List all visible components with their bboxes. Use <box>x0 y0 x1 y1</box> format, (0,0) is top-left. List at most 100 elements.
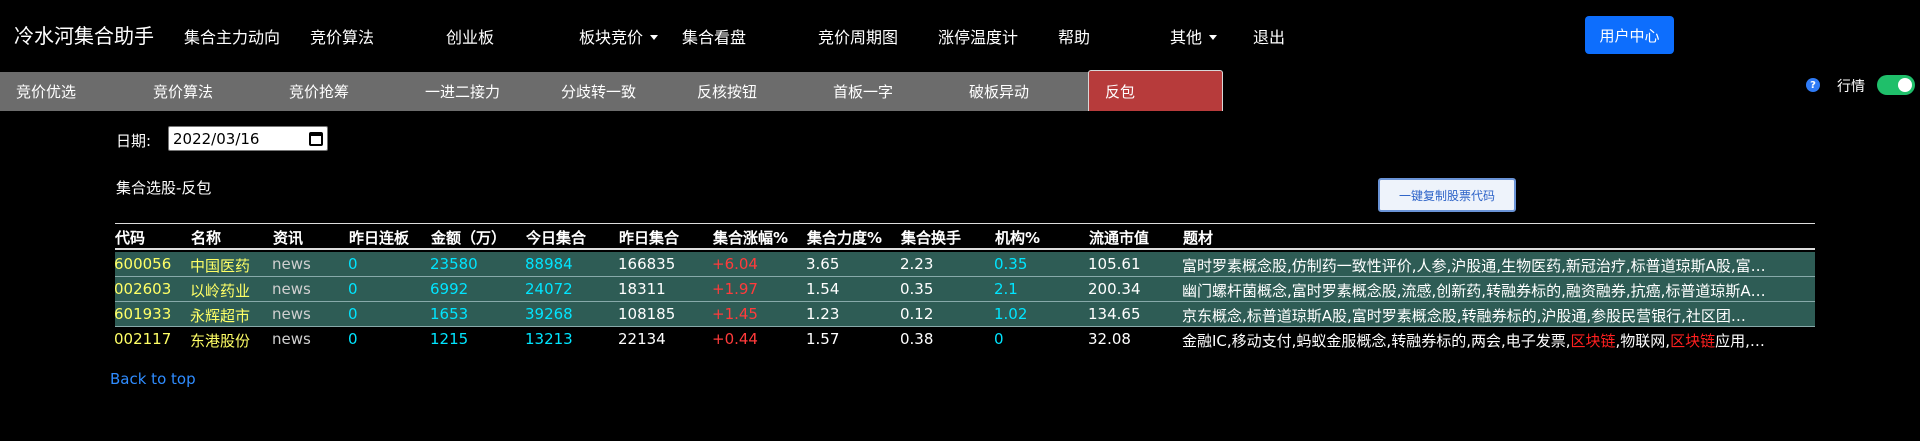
column-header-inst-pct[interactable]: 机构% <box>995 227 1040 248</box>
nav-item-auction-cycle[interactable]: 竞价周期图 <box>818 24 898 48</box>
cell-auction-pct: +1.45 <box>712 305 758 323</box>
table-row[interactable]: 600056 中国医药 news 0 23580 88984 166835 +6.04 3.65… <box>114 252 1815 277</box>
cell-inst-pct: 0.35 <box>994 255 1028 273</box>
cell-amount: 1215 <box>430 330 469 348</box>
tab-auction-grab[interactable]: 竞价抢筹 <box>289 72 349 111</box>
cell-code[interactable]: 601933 <box>114 305 171 323</box>
date-value: 2022/03/16 <box>173 129 260 148</box>
column-header-float-cap[interactable]: 流通市值 <box>1089 227 1149 248</box>
tab-auction-algo[interactable]: 竞价算法 <box>153 72 213 111</box>
cell-inst-pct: 1.02 <box>994 305 1028 323</box>
cell-auction-pct: +6.04 <box>712 255 758 273</box>
table-row[interactable]: 002603 以岭药业 news 0 6992 24072 18311 +1.97 1.54 0.… <box>114 277 1815 302</box>
nav-item-main-force[interactable]: 集合主力动向 <box>184 24 280 48</box>
table-row[interactable]: 601933 永辉超市 news 0 1653 39268 108185 +1.45 1.23 0… <box>114 302 1815 327</box>
cell-amount: 6992 <box>430 280 469 298</box>
tab-one-to-two[interactable]: 一进二接力 <box>425 72 500 111</box>
nav-item-help[interactable]: 帮助 <box>1058 24 1090 48</box>
caret-down-icon <box>650 35 659 40</box>
tab-auction-select[interactable]: 竞价优选 <box>16 72 76 111</box>
nav-item-label: 涨停温度计 <box>938 28 1019 47</box>
column-header-code[interactable]: 代码 <box>115 227 145 248</box>
cell-prev-auction: 18311 <box>618 280 666 298</box>
cell-inst-pct: 0 <box>994 330 1004 348</box>
cell-name[interactable]: 中国医药 <box>190 255 250 276</box>
cell-info[interactable]: news <box>272 255 311 273</box>
nav-item-label: 退出 <box>1253 28 1286 47</box>
theme-text: 金融IC,移动支付,蚂蚁金服概念,转融券标的,两会,电子发票, <box>1182 332 1571 350</box>
cell-info[interactable]: news <box>272 280 311 298</box>
help-icon[interactable]: ? <box>1806 78 1820 92</box>
cell-today-auction: 24072 <box>525 280 573 298</box>
column-header-amount[interactable]: 金额（万） <box>431 227 506 248</box>
cell-theme: 京东概念,标普道琼斯A股,富时罗素概念股,转融券标的,沪股通,参股民营银行,社区… <box>1182 305 1802 326</box>
table-row[interactable]: 002117 东港股份 news 0 1215 13213 22134 +0.44 1.57 0.… <box>114 327 1815 352</box>
theme-text: 富时罗素概念股,仿制药一致性评价,人参,沪股通,生物医药,新冠治疗,标普道琼斯A… <box>1182 257 1766 275</box>
cell-auction-force: 1.57 <box>806 330 840 348</box>
cell-name[interactable]: 东港股份 <box>190 330 250 351</box>
date-input[interactable]: 2022/03/16 <box>168 126 328 151</box>
user-center-button[interactable]: 用户中心 <box>1585 16 1674 54</box>
column-header-today-auction[interactable]: 今日集合 <box>526 227 586 248</box>
tab-broken-board[interactable]: 破板异动 <box>969 72 1029 111</box>
cell-amount: 23580 <box>430 255 478 273</box>
nav-item-auction-algo[interactable]: 竞价算法 <box>310 24 374 48</box>
nav-item-label: 集合主力动向 <box>184 28 281 47</box>
nav-item-label: 竞价算法 <box>310 28 375 47</box>
copy-codes-button[interactable]: 一键复制股票代码 <box>1378 178 1516 212</box>
brand-title[interactable]: 冷水河集合助手 <box>14 20 154 49</box>
cell-prev-auction: 108185 <box>618 305 676 323</box>
nav-item-logout[interactable]: 退出 <box>1253 24 1285 48</box>
cell-auction-turnover: 0.35 <box>900 280 934 298</box>
nav-item-sector-auction[interactable]: 板块竞价 <box>579 24 659 48</box>
cell-name[interactable]: 以岭药业 <box>190 280 250 301</box>
cell-prev-boards: 0 <box>348 330 358 348</box>
theme-text: 应用,… <box>1715 332 1765 350</box>
cell-code[interactable]: 002603 <box>114 280 171 298</box>
column-header-theme[interactable]: 题材 <box>1183 227 1213 248</box>
market-toggle[interactable] <box>1877 75 1915 95</box>
column-header-auction-force[interactable]: 集合力度% <box>807 227 882 248</box>
cell-auction-turnover: 0.38 <box>900 330 934 348</box>
cell-inst-pct: 2.1 <box>994 280 1018 298</box>
cell-code[interactable]: 600056 <box>114 255 171 273</box>
table-header: 代码 名称 资讯 昨日连板 金额（万） 今日集合 昨日集合 集合涨幅% 集合力度% 集合换手 机构%… <box>115 224 1815 250</box>
calendar-icon[interactable] <box>309 131 323 146</box>
tab-reverse-wrap[interactable]: 反包 <box>1088 70 1223 111</box>
back-to-top-link[interactable]: Back to top <box>110 370 196 388</box>
column-header-auction-pct[interactable]: 集合涨幅% <box>713 227 788 248</box>
cell-amount: 1653 <box>430 305 469 323</box>
cell-today-auction: 39268 <box>525 305 573 323</box>
nav-item-label: 板块竞价 <box>579 28 644 47</box>
theme-highlight: 区块链 <box>1670 332 1716 350</box>
column-header-prev-auction[interactable]: 昨日集合 <box>619 227 679 248</box>
caret-down-icon <box>1209 35 1218 40</box>
cell-name[interactable]: 永辉超市 <box>190 305 250 326</box>
nav-item-limitup-temp[interactable]: 涨停温度计 <box>938 24 1018 48</box>
cell-code[interactable]: 002117 <box>114 330 171 348</box>
cell-today-auction: 88984 <box>525 255 573 273</box>
cell-prev-boards: 0 <box>348 305 358 323</box>
nav-item-other[interactable]: 其他 <box>1170 24 1218 48</box>
cell-auction-turnover: 0.12 <box>900 305 934 323</box>
tab-bar: 竞价优选 竞价算法 竞价抢筹 一进二接力 分歧转一致 反核按钮 首板一字 破板异动 反包 <box>0 70 1920 111</box>
column-header-prev-boards[interactable]: 昨日连板 <box>349 227 409 248</box>
tab-divergence[interactable]: 分歧转一致 <box>561 72 636 111</box>
tab-reverse-button[interactable]: 反核按钮 <box>697 72 757 111</box>
nav-item-gem[interactable]: 创业板 <box>446 24 494 48</box>
tab-first-board[interactable]: 首板一字 <box>833 72 893 111</box>
cell-today-auction: 13213 <box>525 330 573 348</box>
theme-text: ,物联网, <box>1615 332 1671 350</box>
column-header-auction-turnover[interactable]: 集合换手 <box>901 227 961 248</box>
top-navbar: 冷水河集合助手 集合主力动向 竞价算法 创业板 板块竞价 集合看盘 竞价周期图 涨停温度计 帮… <box>0 0 1920 70</box>
date-label: 日期: <box>116 132 152 150</box>
nav-item-auction-board[interactable]: 集合看盘 <box>682 24 746 48</box>
cell-theme: 幽门螺杆菌概念,富时罗素概念股,流感,创新药,转融券标的,融资融券,抗癌,标普道… <box>1182 280 1802 301</box>
cell-info[interactable]: news <box>272 330 311 348</box>
cell-info[interactable]: news <box>272 305 311 323</box>
cell-float-cap: 134.65 <box>1088 305 1141 323</box>
column-header-name[interactable]: 名称 <box>191 227 221 248</box>
column-header-info[interactable]: 资讯 <box>273 227 303 248</box>
cell-prev-boards: 0 <box>348 280 358 298</box>
cell-auction-pct: +1.97 <box>712 280 758 298</box>
